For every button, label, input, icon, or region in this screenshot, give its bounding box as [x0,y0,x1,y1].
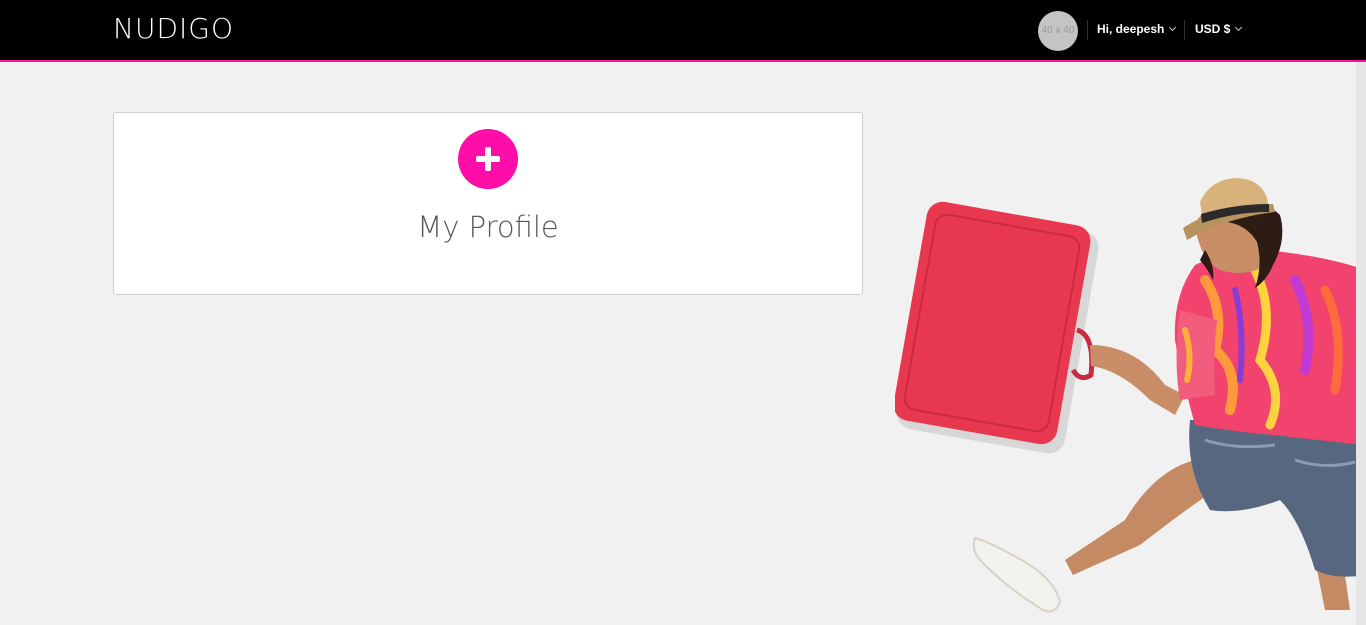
user-menu-label: Hi, deepesh [1097,22,1165,36]
chevron-down-icon [1169,23,1177,32]
chevron-down-icon [1235,23,1243,32]
my-profile-card[interactable]: My Profile [113,112,863,295]
logo[interactable]: NUDIGO [113,12,234,46]
user-menu-dropdown[interactable]: Hi, deepesh [1097,21,1177,37]
currency-dropdown[interactable]: USD $ [1195,21,1243,37]
shirt [1174,250,1366,445]
top-navbar: NUDIGO 40 x 40 Hi, deepesh USD $ [0,0,1366,62]
avatar[interactable]: 40 x 40 [1038,11,1078,51]
add-profile-button[interactable] [458,129,518,189]
card-title: My Profile [417,210,559,244]
currency-label: USD $ [1195,22,1231,36]
scrollbar[interactable] [1356,62,1366,625]
divider [1087,20,1088,40]
traveler-illustration [895,178,1366,613]
divider [1184,20,1185,40]
